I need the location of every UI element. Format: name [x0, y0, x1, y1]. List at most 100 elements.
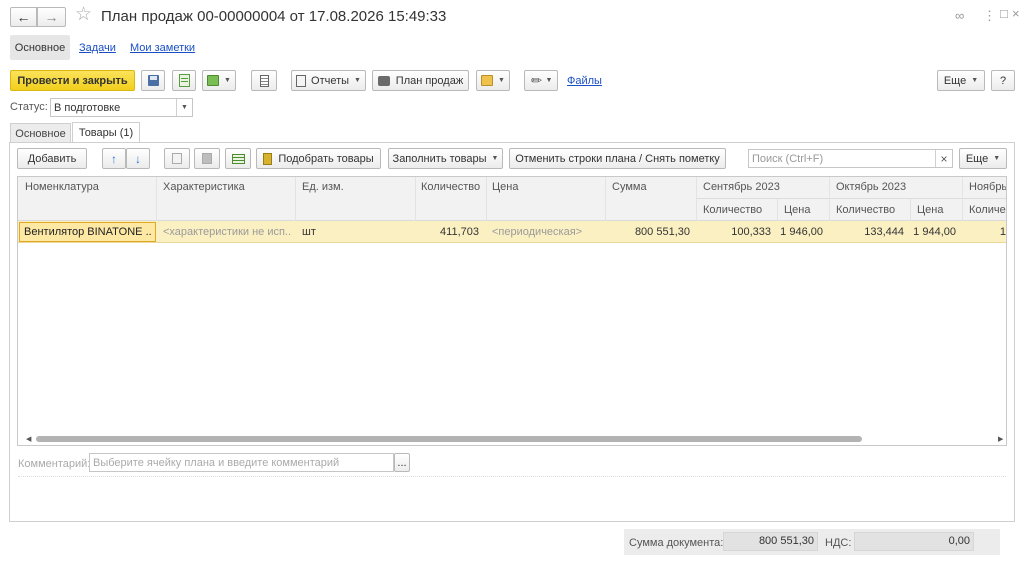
arrow-down-icon: ↓ [135, 151, 141, 166]
maximize-icon[interactable]: □ [1000, 6, 1008, 21]
cell-nomenclature[interactable]: Вентилятор BINATONE ... [24, 226, 152, 238]
link-icon[interactable]: ∞ [955, 8, 964, 23]
paperclip-button[interactable]: ✐ ▼ [524, 70, 558, 91]
cell-characteristic[interactable]: <характеристики не исп... [163, 226, 291, 238]
fill-goods-button[interactable]: Заполнить товары ▼ [388, 148, 503, 169]
cell-quantity[interactable]: 411,703 [416, 226, 479, 238]
forward-button[interactable]: → [37, 7, 66, 27]
col-header-sep-price[interactable]: Цена [784, 204, 824, 216]
post-button[interactable] [172, 70, 196, 91]
col-header-oct-qty[interactable]: Количество [836, 204, 908, 216]
cell-sum[interactable]: 800 551,30 [606, 226, 690, 238]
cell-oct-qty[interactable]: 133,444 [830, 226, 904, 238]
fill-goods-label: Заполнить товары [392, 152, 487, 165]
tab-main[interactable]: Основное [10, 123, 71, 143]
col-header-nov-qty[interactable]: Количес [969, 204, 1006, 216]
paperclip-icon: ✐ [526, 70, 545, 90]
col-header-nomenclature[interactable]: Номенклатура [25, 181, 150, 193]
close-icon[interactable]: × [1012, 6, 1020, 21]
help-button[interactable]: ? [991, 70, 1015, 91]
more-vertical-icon[interactable]: ⋮ [983, 8, 996, 24]
reports-button[interactable]: Отчеты ▼ [291, 70, 366, 91]
tab-main-label: Основное [15, 127, 66, 140]
arrow-up-icon: ↑ [111, 151, 117, 166]
move-up-button[interactable]: ↑ [102, 148, 126, 169]
save-icon [147, 75, 159, 86]
goods-more-label: Еще [965, 152, 989, 165]
table-icon [231, 153, 245, 164]
post-and-close-button[interactable]: Провести и закрыть [10, 70, 135, 91]
cell-sep-price[interactable]: 1 946,00 [778, 226, 823, 238]
nav-tab-main[interactable]: Основное [10, 35, 70, 60]
goods-more-button[interactable]: Еще ▼ [959, 148, 1007, 169]
comment-placeholder: Выберите ячейку плана и введите коммента… [93, 456, 340, 469]
header-group-divider [696, 198, 1006, 199]
post-and-close-label: Провести и закрыть [17, 74, 128, 87]
col-header-november: Ноябрь [969, 181, 1006, 193]
back-button[interactable]: ← [10, 7, 37, 27]
nav-tab-main-label: Основное [14, 41, 66, 54]
col-header-september: Сентябрь 2023 [703, 181, 780, 193]
ellipsis-icon: ... [397, 456, 407, 469]
cancel-plan-rows-button[interactable]: Отменить строки плана / Снять пометку [509, 148, 726, 169]
col-header-sep-qty[interactable]: Количество [703, 204, 775, 216]
vat-label: НДС: [825, 537, 852, 549]
star-icon[interactable]: ☆ [75, 5, 92, 24]
attachment-folder-icon [481, 75, 494, 86]
arrow-right-icon: → [44, 9, 59, 25]
nav-tab-tasks[interactable]: Задачи [79, 42, 116, 54]
col-header-oct-price[interactable]: Цена [917, 204, 957, 216]
document-sum-value: 800 551,30 [758, 535, 814, 547]
move-down-button[interactable]: ↓ [126, 148, 150, 169]
col-header-price[interactable]: Цена [492, 181, 592, 193]
files-link[interactable]: Файлы [567, 75, 602, 87]
nav-tab-notes[interactable]: Мои заметки [130, 42, 195, 54]
sales-plan-print-button[interactable]: План продаж [372, 70, 469, 91]
comment-input[interactable]: Выберите ячейку плана и введите коммента… [89, 453, 394, 472]
help-label: ? [999, 74, 1007, 87]
document-list-button[interactable] [251, 70, 277, 91]
pick-goods-button[interactable]: Подобрать товары [256, 148, 381, 169]
cell-sep-qty[interactable]: 100,333 [697, 226, 771, 238]
paste-row-button[interactable] [194, 148, 220, 169]
save-button[interactable] [141, 70, 165, 91]
scroll-right-icon[interactable]: ▶ [998, 435, 1003, 443]
document-sum-label: Сумма документа: [629, 537, 724, 549]
col-header-characteristic[interactable]: Характеристика [163, 181, 288, 193]
cell-oct-price[interactable]: 1 944,00 [911, 226, 956, 238]
list-icon [259, 74, 269, 87]
paste-icon [202, 153, 212, 164]
scrollbar-thumb[interactable] [36, 436, 862, 442]
comment-label: Комментарий: [18, 458, 91, 470]
window-title: План продаж 00-00000004 от 17.08.2026 15… [101, 8, 447, 25]
sales-plan-print-label: План продаж [395, 74, 464, 87]
search-placeholder: Поиск (Ctrl+F) [752, 152, 824, 165]
comment-select-button[interactable]: ... [394, 453, 410, 472]
scroll-left-icon[interactable]: ◀ [26, 435, 31, 443]
cell-nov-qty[interactable]: 1 [963, 226, 1006, 238]
more-button[interactable]: Еще ▼ [937, 70, 985, 91]
add-label: Добавить [27, 152, 77, 165]
search-input[interactable]: Поиск (Ctrl+F) × [748, 149, 953, 168]
post-document-icon [178, 74, 190, 87]
copy-row-button[interactable] [164, 148, 190, 169]
tab-goods-label: Товары (1) [78, 127, 134, 139]
cell-price[interactable]: <периодическая> [492, 226, 602, 238]
add-button[interactable]: Добавить [17, 148, 87, 169]
col-header-sum[interactable]: Сумма [612, 181, 692, 193]
document-sum-field: 800 551,30 [723, 532, 818, 551]
status-select[interactable]: В подготовке ▼ [50, 98, 193, 117]
horizontal-scrollbar[interactable]: ◀ ▶ [18, 433, 1006, 445]
table-settings-button[interactable] [225, 148, 251, 169]
cell-unit[interactable]: шт [302, 226, 402, 238]
status-label: Статус: [10, 101, 48, 113]
tab-goods[interactable]: Товары (1) [72, 122, 140, 143]
attachments-button[interactable]: ▼ [476, 70, 510, 91]
clear-search-icon[interactable]: × [935, 150, 952, 167]
create-based-on-button[interactable]: ▼ [202, 70, 236, 91]
divider [18, 476, 1006, 477]
col-header-unit[interactable]: Ед. изм. [302, 181, 402, 193]
copy-icon [172, 153, 182, 164]
col-header-quantity[interactable]: Количество [421, 181, 483, 193]
reports-label: Отчеты [311, 74, 350, 87]
